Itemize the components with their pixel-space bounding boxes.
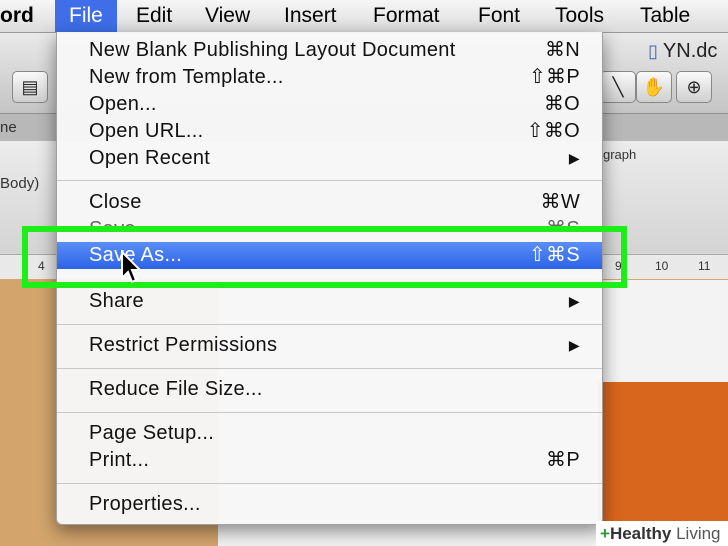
menu-separator	[57, 180, 602, 181]
menu-item-restrict-permissions[interactable]: Restrict Permissions ▶	[57, 332, 602, 359]
menu-file[interactable]: File	[55, 0, 117, 32]
menu-font[interactable]: Font	[478, 0, 520, 32]
menu-item-page-setup[interactable]: Page Setup...	[57, 420, 602, 447]
menu-view[interactable]: View	[205, 0, 250, 32]
submenu-arrow-icon: ▶	[568, 150, 580, 166]
menu-insert[interactable]: Insert	[284, 0, 337, 32]
line-tool-icon[interactable]: ╲	[600, 71, 636, 103]
submenu-arrow-icon: ▶	[568, 337, 580, 353]
menu-item-open-recent[interactable]: Open Recent ▶	[57, 145, 602, 172]
app-menu[interactable]: ord	[0, 0, 34, 32]
tab-home[interactable]: ne	[0, 119, 17, 136]
menu-table[interactable]: Table	[640, 0, 690, 32]
mouse-cursor-icon	[121, 250, 143, 284]
document-icon: ▯	[648, 41, 663, 61]
menu-tools[interactable]: Tools	[555, 0, 604, 32]
submenu-arrow-icon: ▶	[568, 293, 580, 309]
menu-item-new-from-template[interactable]: New from Template... ⇧⌘P	[57, 64, 602, 91]
menu-separator	[57, 483, 602, 484]
ribbon-group-label: graph	[603, 147, 637, 162]
menu-separator	[57, 324, 602, 325]
menu-item-new-blank[interactable]: New Blank Publishing Layout Document ⌘N	[57, 37, 602, 64]
highlight-box	[22, 226, 627, 288]
menu-item-open-url[interactable]: Open URL... ⇧⌘O	[57, 118, 602, 145]
menu-item-open[interactable]: Open... ⌘O	[57, 91, 602, 118]
watermark-logo: +Healthy Living	[596, 521, 728, 546]
menu-item-reduce-file-size[interactable]: Reduce File Size...	[57, 376, 602, 403]
folder-icon[interactable]: ▤	[12, 71, 48, 103]
menu-item-share[interactable]: Share ▶	[57, 288, 602, 315]
menu-separator	[57, 412, 602, 413]
document-title: ▯ YN.dc	[648, 40, 718, 62]
menu-format[interactable]: Format	[373, 0, 440, 32]
font-name-box[interactable]: Body)	[0, 175, 39, 192]
menu-edit[interactable]: Edit	[136, 0, 172, 32]
menu-bar: ord File Edit View Insert Format Font To…	[0, 0, 728, 33]
menu-item-properties[interactable]: Properties...	[57, 491, 602, 518]
zoom-icon[interactable]: ⊕	[676, 71, 712, 103]
menu-item-close[interactable]: Close ⌘W	[57, 189, 602, 216]
menu-separator	[57, 368, 602, 369]
ruler-mark: 11	[698, 259, 711, 273]
menu-item-print[interactable]: Print... ⌘P	[57, 447, 602, 474]
hand-tool-icon[interactable]: ✋	[636, 71, 672, 103]
ruler-mark: 10	[655, 259, 669, 273]
